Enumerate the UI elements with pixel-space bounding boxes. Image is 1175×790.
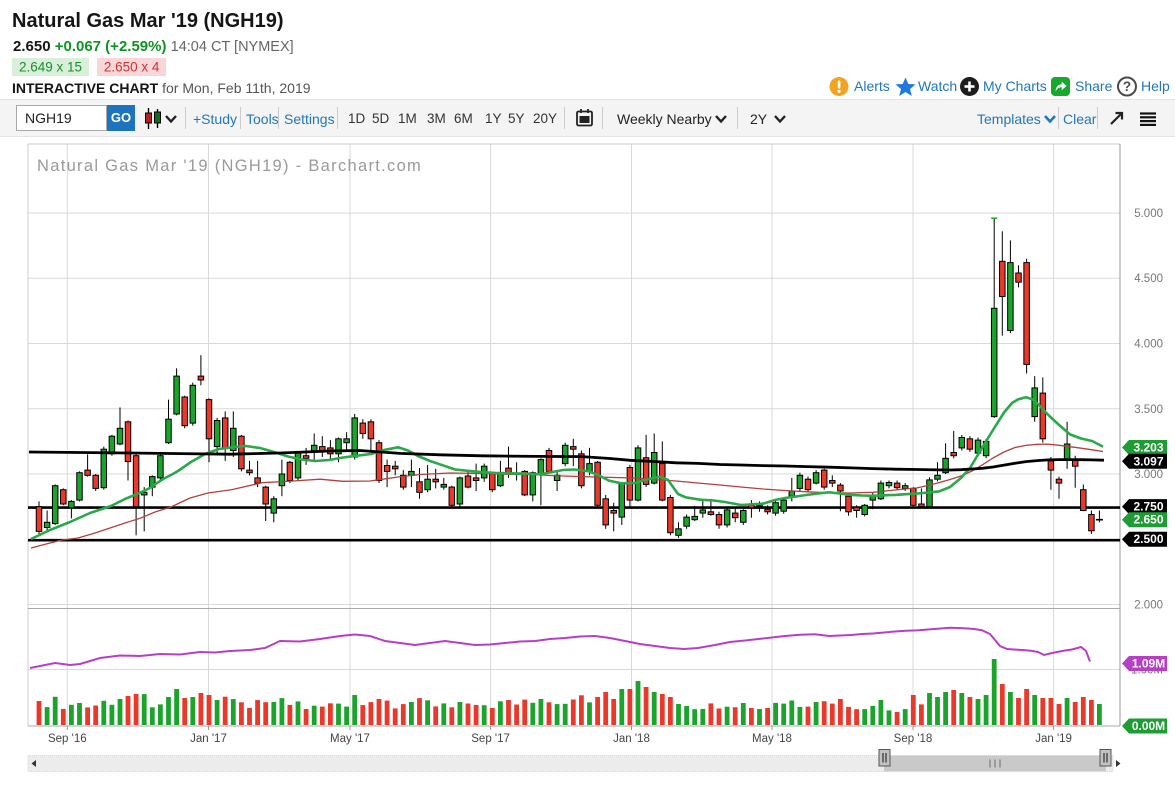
svg-text:2.650: 2.650 [1133,513,1163,527]
svg-text:Natural Gas Mar '19 (NGH19) -: Natural Gas Mar '19 (NGH19) - Barchart.c… [37,157,422,175]
svg-text:Sep '17: Sep '17 [471,733,510,745]
svg-text:3.500: 3.500 [1134,404,1163,416]
svg-text:4.500: 4.500 [1134,273,1163,285]
svg-text:Sep '18: Sep '18 [894,733,933,745]
svg-text:?: ? [1123,79,1131,94]
svg-text:3.000: 3.000 [1134,469,1163,481]
svg-text:Sep '16: Sep '16 [48,733,87,745]
svg-text:3.203: 3.203 [1133,441,1163,455]
svg-text:May '18: May '18 [752,733,792,745]
svg-text:5.000: 5.000 [1134,208,1163,220]
svg-text:0.00M: 0.00M [1132,719,1165,733]
svg-text:Jan '17: Jan '17 [190,733,227,745]
svg-text:May '17: May '17 [330,733,370,745]
svg-text:2.750: 2.750 [1133,500,1163,514]
svg-text:2.500: 2.500 [1133,532,1163,546]
svg-text:1.09M: 1.09M [1132,657,1165,671]
svg-text:2.000: 2.000 [1134,600,1163,612]
svg-text:Jan '18: Jan '18 [613,733,650,745]
svg-text:4.000: 4.000 [1134,339,1163,351]
svg-text:3.097: 3.097 [1133,454,1163,468]
svg-text:Jan '19: Jan '19 [1035,733,1072,745]
